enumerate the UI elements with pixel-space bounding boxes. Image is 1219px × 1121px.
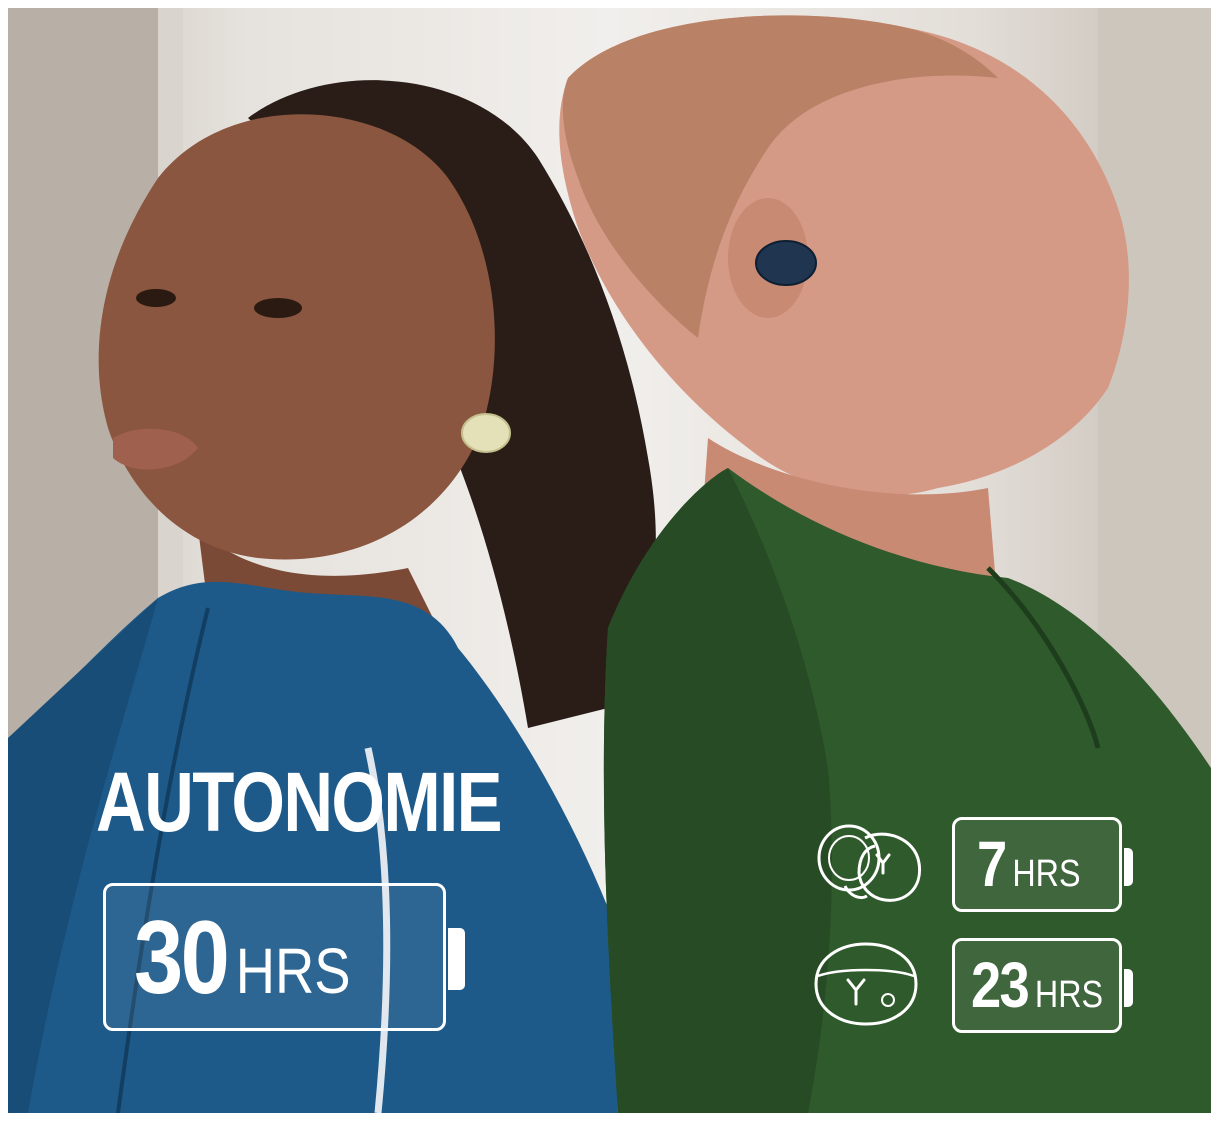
earbuds-battery-unit: HRS: [1012, 853, 1081, 895]
cream-earbud: [461, 413, 511, 453]
battery-terminal: [1124, 969, 1133, 1007]
total-battery-unit: HRS: [235, 935, 351, 1007]
charging-case-icon: [810, 938, 922, 1035]
autonomie-headline: AUTONOMIE: [96, 755, 503, 849]
earbuds-battery-value: 7: [977, 828, 1007, 900]
total-battery-indicator: 30 HRS: [103, 883, 465, 1031]
woman-face: [98, 114, 495, 560]
earbuds-battery-label: 7 HRS: [977, 832, 1081, 896]
navy-earbud: [755, 240, 817, 286]
case-battery-unit: HRS: [1034, 974, 1104, 1016]
case-battery-label: 23 HRS: [971, 953, 1103, 1017]
woman-eye-right: [254, 298, 302, 318]
product-image: AUTONOMIE 30 HRS 7 HRS 23 HRS: [0, 0, 1219, 1121]
earbud-icon: [815, 818, 925, 918]
earbuds-battery-indicator: 7 HRS: [952, 817, 1133, 912]
total-battery-value: 30: [134, 900, 230, 1016]
battery-terminal: [1124, 848, 1133, 886]
total-battery-label: 30 HRS: [134, 906, 351, 1010]
case-battery-value: 23: [971, 949, 1030, 1021]
woman-eye-left: [136, 289, 176, 307]
case-battery-indicator: 23 HRS: [952, 938, 1133, 1033]
battery-terminal: [448, 928, 465, 990]
